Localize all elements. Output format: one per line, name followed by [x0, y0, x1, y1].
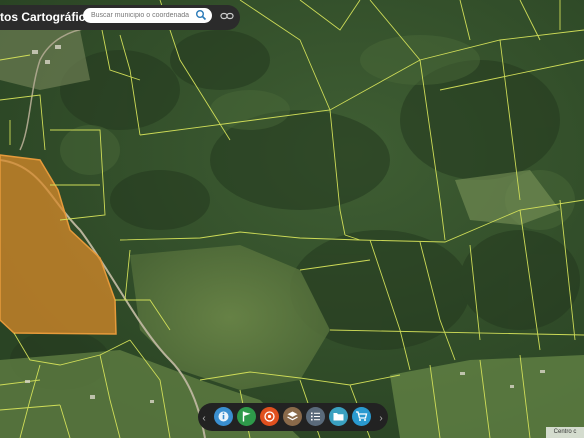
chevron-left-icon[interactable]: ‹ [200, 414, 208, 424]
search-icon[interactable] [195, 9, 207, 21]
cart-icon [356, 411, 368, 421]
flag-icon [242, 411, 251, 422]
info-icon [218, 411, 229, 422]
target-icon [264, 411, 275, 422]
list-icon [311, 412, 320, 421]
folder-icon [333, 413, 344, 421]
layers-tool-button[interactable] [283, 407, 302, 426]
list-tool-button[interactable] [306, 407, 325, 426]
cart-tool-button[interactable] [352, 407, 371, 426]
satellite-map[interactable] [0, 0, 584, 438]
search-box[interactable] [83, 8, 212, 23]
link-icon[interactable] [220, 11, 234, 21]
info-tool-button[interactable] [214, 407, 233, 426]
folder-tool-button[interactable] [329, 407, 348, 426]
layers-icon [287, 411, 298, 421]
target-tool-button[interactable] [260, 407, 279, 426]
search-input[interactable] [91, 10, 191, 21]
flag-tool-button[interactable] [237, 407, 256, 426]
scale-label: Centro c [546, 427, 584, 438]
chevron-right-icon[interactable]: › [377, 414, 385, 424]
